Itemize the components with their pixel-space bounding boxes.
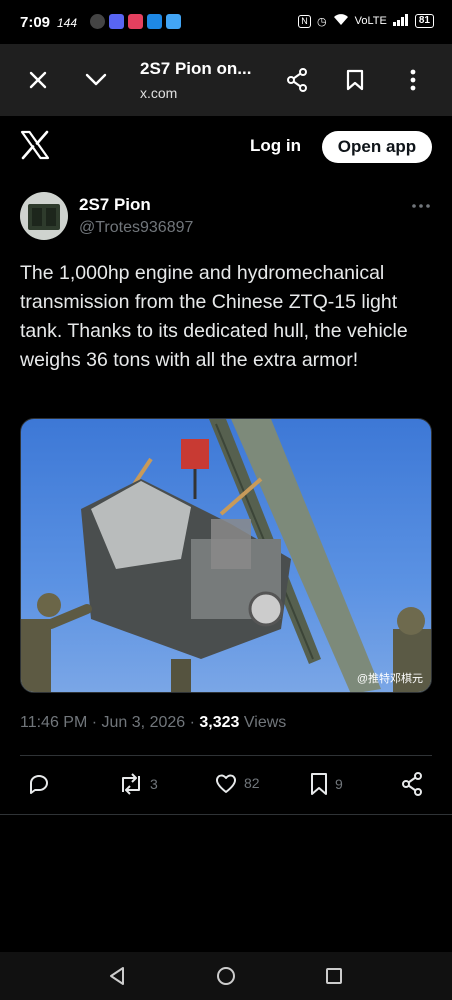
home-button[interactable] [214,964,238,988]
login-link[interactable]: Log in [250,136,301,156]
browser-toolbar: 2S7 Pion on... x.com [0,44,452,116]
recents-square-icon [326,968,342,984]
author-handle[interactable]: @Trotes936897 [79,219,193,237]
refresh-rate: 144 [57,16,78,30]
tweet-time[interactable]: 11:46 PM [20,714,87,731]
expand-button[interactable] [78,62,114,98]
alarm-icon: ◷ [317,15,327,28]
x-logo-icon[interactable] [20,130,50,160]
avatar-image [20,192,68,240]
back-button[interactable] [105,964,129,988]
avatar[interactable] [20,192,68,240]
bookmark-icon [346,69,364,91]
status-time: 7:09 [20,14,51,31]
x-header: Log in Open app [0,116,452,178]
menu-button[interactable] [395,62,431,98]
system-nav-bar [0,952,452,1000]
reply-icon [30,775,48,794]
network-type: VoLTE [354,15,387,27]
notification-icons [90,14,181,29]
more-vertical-icon [410,69,416,91]
back-triangle-icon [110,967,124,985]
status-right: N ◷ VoLTE 81 [298,13,434,29]
meta-separator: · [189,714,200,731]
recents-button[interactable] [322,964,346,988]
nfc-icon: N [298,14,312,28]
chevron-down-icon [85,73,107,86]
page-url[interactable]: x.com [140,85,177,101]
app-icon [147,14,162,29]
repost-button[interactable]: 3 [118,772,158,796]
wifi-icon [333,13,349,29]
engine-crane-photo [21,419,431,692]
views-count: 3,323 [199,714,240,731]
repost-count: 3 [150,776,158,792]
close-icon [29,71,47,89]
tweet-text: The 1,000hp engine and hydromechanical t… [20,262,408,371]
instagram-icon [128,14,143,29]
share-icon [402,772,422,796]
views-label: Views [243,714,287,731]
discord-icon [109,14,124,29]
meta-separator: · [91,714,102,731]
tweet-image[interactable]: @推特邓棋元 [20,418,432,693]
signal-icon [392,13,409,29]
home-circle-icon [217,967,235,985]
check-app-icon [166,14,181,29]
battery-level: 81 [414,14,434,28]
repost-icon [122,773,140,795]
divider [0,814,452,815]
author-name[interactable]: 2S7 Pion [79,195,151,215]
tweet-date[interactable]: Jun 3, 2026 [102,714,186,731]
heart-icon [215,774,237,793]
bookmark-button[interactable] [337,62,373,98]
close-button[interactable] [20,62,56,98]
like-button[interactable]: 82 [214,772,260,794]
image-watermark: @推特邓棋元 [356,673,423,685]
divider [20,755,432,756]
share-tweet-button[interactable] [401,772,423,796]
more-horizontal-icon [412,204,430,208]
open-app-button[interactable]: Open app [322,131,432,163]
bookmark-icon [311,773,327,795]
share-icon [287,68,307,92]
page-title[interactable]: 2S7 Pion on... [140,59,251,79]
more-options-button[interactable] [411,196,431,212]
app-notification-icon [90,14,105,29]
bookmark-tweet-button[interactable]: 9 [309,772,343,796]
tweet-actions: 3 82 9 [0,768,452,804]
bookmark-count: 9 [335,776,343,792]
tweet-meta: 11:46 PM · Jun 3, 2026 · 3,323 Views [20,714,286,732]
status-bar: 7:09 144 N ◷ VoLTE 81 [0,0,452,44]
like-count: 82 [244,775,260,791]
share-button[interactable] [279,62,315,98]
reply-button[interactable] [27,772,51,796]
